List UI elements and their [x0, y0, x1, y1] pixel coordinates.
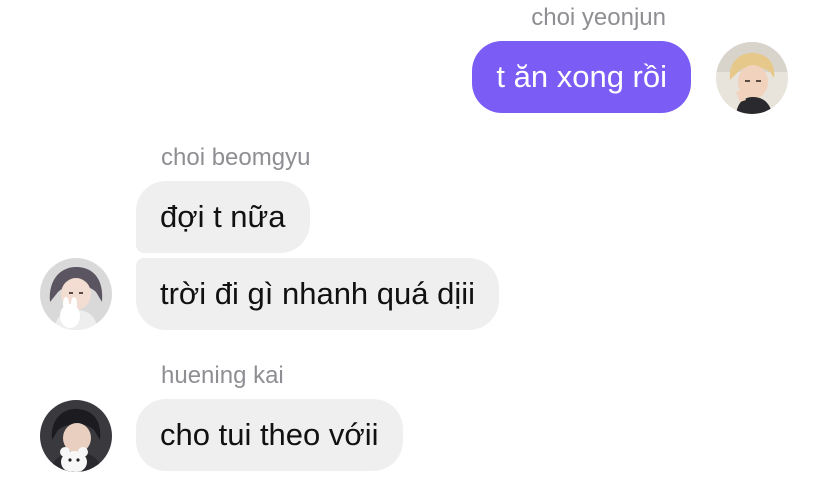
user-photo-icon	[40, 258, 112, 330]
sender-name: choi yeonjun	[531, 4, 666, 31]
sender-name: huening kai	[161, 362, 284, 389]
message-text: cho tui theo vớii	[160, 417, 379, 452]
user-photo-icon	[716, 42, 788, 114]
message-bubble-outgoing[interactable]: t ăn xong rồi	[472, 41, 691, 113]
message-text: t ăn xong rồi	[496, 59, 667, 94]
message-bubble-incoming[interactable]: trời đi gì nhanh quá dịii	[136, 258, 500, 330]
message-text: trời đi gì nhanh quá dịii	[160, 276, 476, 311]
avatar-choi-beomgyu[interactable]	[40, 258, 112, 330]
message-bubble-incoming[interactable]: cho tui theo vớii	[136, 399, 403, 471]
message-bubble-incoming[interactable]: đợi t nữa	[136, 181, 310, 253]
sender-name: choi beomgyu	[161, 144, 311, 171]
avatar-choi-yeonjun[interactable]	[716, 42, 788, 114]
message-text: đợi t nữa	[160, 199, 286, 234]
avatar-huening-kai[interactable]	[40, 400, 112, 472]
user-photo-icon	[40, 400, 112, 472]
